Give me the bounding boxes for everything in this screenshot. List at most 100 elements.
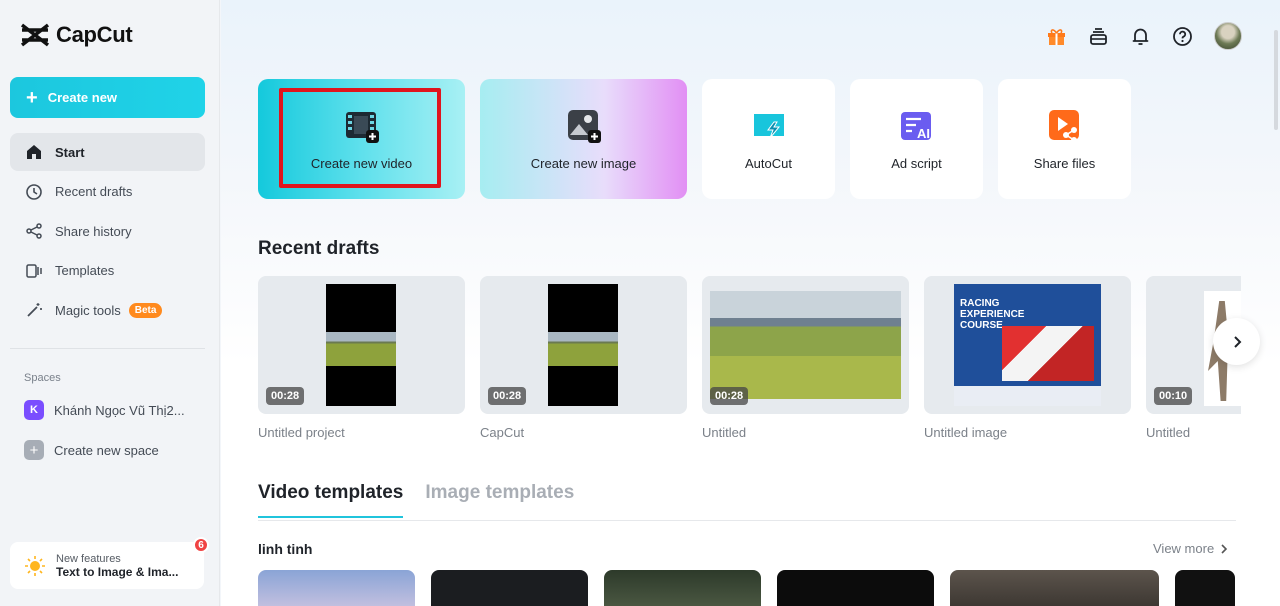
image-preview: RACING EXPERIENCE COURSE: [954, 284, 1101, 406]
sidebar-item-start[interactable]: Start: [10, 133, 205, 171]
draft-name: CapCut: [480, 425, 525, 440]
scroll-right-button[interactable]: [1213, 318, 1260, 365]
video-preview: [548, 284, 618, 406]
svg-text:AI: AI: [917, 126, 930, 141]
help-icon[interactable]: [1172, 26, 1193, 47]
template-card[interactable]: [777, 570, 934, 606]
notification-count-badge: 6: [193, 537, 209, 553]
share-icon: [26, 223, 42, 239]
bell-icon[interactable]: [1130, 26, 1151, 47]
create-new-label: Create new: [47, 90, 118, 105]
duration-badge: 00:28: [266, 387, 305, 405]
create-new-video-card[interactable]: Create new video: [258, 79, 465, 199]
layers-icon[interactable]: [1088, 26, 1109, 47]
recent-drafts-title: Recent drafts: [258, 238, 380, 259]
clock-icon: [26, 183, 42, 200]
recent-drafts-list: 00:28 Untitled project 00:28 CapCut 00:2…: [258, 276, 1241, 446]
user-avatar[interactable]: [1214, 22, 1242, 50]
draft-thumbnail[interactable]: RACING EXPERIENCE COURSE: [924, 276, 1131, 414]
create-new-image-label: Create new image: [530, 155, 637, 171]
duration-badge: 00:10: [1154, 387, 1193, 405]
draft-name: Untitled: [1146, 425, 1191, 440]
sidebar-item-templates[interactable]: Templates: [10, 252, 205, 290]
autocut-icon: [753, 113, 784, 138]
draft-thumbnail[interactable]: 00:28: [258, 276, 465, 414]
template-card[interactable]: [1175, 570, 1235, 606]
spaces-heading: Spaces: [24, 372, 61, 384]
space-item-khanh[interactable]: K Khánh Ngọc Vũ Thị2...: [24, 399, 185, 421]
chevron-right-icon: [1221, 543, 1228, 554]
templates-icon: [26, 263, 42, 278]
ad-script-icon: AI: [900, 111, 931, 141]
sidebar-item-share-history[interactable]: Share history: [10, 212, 205, 250]
image-plus-icon: [567, 109, 601, 143]
view-more-link[interactable]: View more: [1153, 541, 1229, 556]
template-group-title: linh tinh: [258, 541, 313, 557]
quick-actions: Create new video Create new image AutoCu…: [258, 79, 1131, 199]
autocut-card[interactable]: AutoCut: [702, 79, 835, 199]
new-features-card[interactable]: New features Text to Image & Ima...: [10, 542, 204, 589]
chevron-right-icon: [1233, 335, 1241, 348]
draft-card[interactable]: RACING EXPERIENCE COURSE Untitled image: [924, 276, 1131, 440]
sidebar-item-label: Magic tools: [55, 302, 121, 318]
template-card[interactable]: [431, 570, 588, 606]
beta-badge: Beta: [128, 302, 163, 318]
plus-icon: +: [24, 440, 44, 460]
plus-icon: +: [26, 86, 38, 109]
video-preview: [326, 284, 396, 406]
sidebar-item-label: Templates: [55, 263, 115, 278]
duration-badge: 00:28: [488, 387, 527, 405]
video-preview: [710, 291, 901, 399]
template-tabs: Video templates Image templates: [258, 482, 574, 518]
create-new-image-card[interactable]: Create new image: [480, 79, 687, 199]
scrollbar[interactable]: [1274, 30, 1278, 130]
sun-icon: [25, 555, 45, 576]
highlight-box: [279, 88, 441, 188]
gift-icon[interactable]: [1046, 26, 1067, 47]
home-icon: [27, 145, 41, 159]
sidebar-item-label: Start: [55, 144, 85, 160]
space-avatar: K: [24, 400, 44, 420]
main-content: Create new video Create new image AutoCu…: [221, 0, 1280, 606]
magic-wand-icon: [27, 303, 42, 317]
draft-card[interactable]: 00:28 CapCut: [480, 276, 687, 440]
template-card[interactable]: [604, 570, 761, 606]
draft-name: Untitled project: [258, 425, 345, 440]
tab-image-templates[interactable]: Image templates: [425, 482, 574, 518]
template-list: [258, 570, 1235, 606]
sidebar-item-magic-tools[interactable]: Magic tools Beta: [10, 291, 205, 329]
tabs-divider: [258, 520, 1236, 521]
share-files-icon: [1048, 109, 1079, 143]
ad-script-label: Ad script: [891, 155, 942, 171]
view-more-label: View more: [1153, 541, 1215, 556]
draft-card[interactable]: 00:28 Untitled: [702, 276, 909, 440]
sidebar-item-label: Recent drafts: [55, 184, 133, 199]
template-card[interactable]: [950, 570, 1159, 606]
create-new-space-label: Create new space: [54, 442, 159, 458]
draft-name: Untitled: [702, 425, 747, 440]
new-features-title: New features: [56, 552, 121, 565]
share-files-label: Share files: [1033, 155, 1096, 171]
duration-badge: 00:28: [710, 387, 749, 405]
create-new-button[interactable]: + Create new: [10, 77, 205, 118]
create-new-space-button[interactable]: + Create new space: [24, 439, 159, 461]
autocut-label: AutoCut: [745, 155, 792, 171]
sidebar-item-label: Share history: [55, 223, 132, 239]
app-name: CapCut: [56, 22, 133, 47]
top-toolbar: [1046, 22, 1242, 50]
space-name: Khánh Ngọc Vũ Thị2...: [54, 402, 185, 418]
capcut-logo[interactable]: CapCut: [20, 22, 133, 48]
draft-thumbnail[interactable]: 00:28: [480, 276, 687, 414]
new-features-subtitle: Text to Image & Ima...: [56, 564, 179, 579]
share-files-card[interactable]: Share files: [998, 79, 1131, 199]
draft-name: Untitled image: [924, 425, 1008, 440]
tab-video-templates[interactable]: Video templates: [258, 482, 404, 518]
ad-script-card[interactable]: AI Ad script: [850, 79, 983, 199]
capcut-logo-icon: [20, 23, 50, 47]
sidebar-divider: [10, 348, 205, 349]
sidebar-nav: Start Recent drafts Share history Templa…: [10, 133, 205, 331]
draft-thumbnail[interactable]: 00:28: [702, 276, 909, 414]
sidebar-item-recent-drafts[interactable]: Recent drafts: [10, 173, 205, 211]
template-card[interactable]: [258, 570, 415, 606]
draft-card[interactable]: 00:28 Untitled project: [258, 276, 465, 440]
